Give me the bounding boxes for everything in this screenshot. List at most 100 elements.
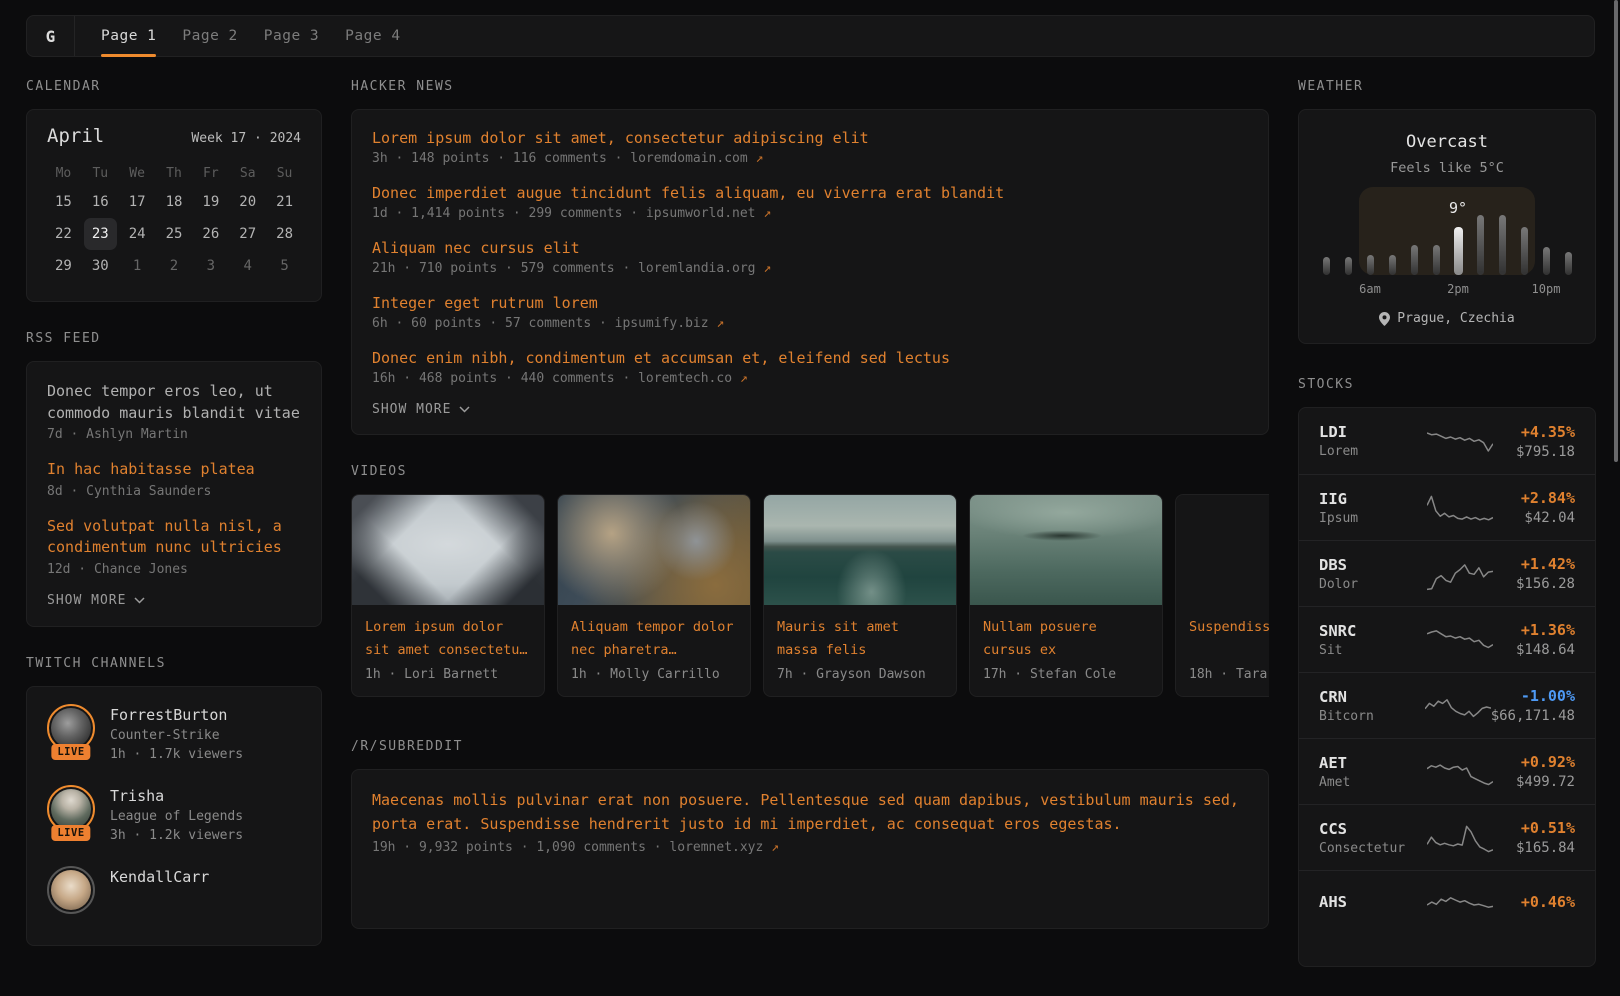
twitch-channel-game: Counter-Strike <box>110 728 243 743</box>
video-card-body: Suspendisse diam 18h · Tara <box>1176 605 1269 696</box>
stock-name: Ipsum <box>1319 511 1427 526</box>
calendar-widget: CALENDAR April Week 17 · 2024 MoTuWeThFr… <box>26 79 322 302</box>
calendar-card: April Week 17 · 2024 MoTuWeThFrSaSu15161… <box>26 109 322 302</box>
stock-price: $148.64 <box>1493 642 1575 658</box>
calendar-day: 21 <box>266 186 303 218</box>
rss-item-title[interactable]: Donec tempor eros leo, ut commodo mauris… <box>47 381 301 424</box>
external-link-icon: ↗ <box>771 840 779 855</box>
video-meta: 7h · Grayson Dawson <box>777 667 943 682</box>
stock-row[interactable]: AHS +0.46% <box>1299 870 1595 936</box>
video-thumbnail[interactable] <box>764 495 956 605</box>
video-thumbnail[interactable] <box>558 495 750 605</box>
stock-row[interactable]: CCS Consectetur +0.51% $165.84 <box>1299 804 1595 870</box>
stock-row[interactable]: CRN Bitcorn -1.00% $66,171.48 <box>1299 672 1595 738</box>
hackernews-item-title[interactable]: Integer eget rutrum lorem <box>372 294 1248 312</box>
twitch-channel-row[interactable]: KendallCarr <box>47 866 301 914</box>
hackernews-item-title[interactable]: Donec enim nibh, condimentum et accumsan… <box>372 349 1248 367</box>
calendar-day: 1 <box>119 250 156 282</box>
video-title[interactable]: Lorem ipsum dolor sit amet consectetu… <box>365 616 531 661</box>
twitch-channel-viewers: 1h · 1.7k viewers <box>110 747 243 762</box>
nav-tab[interactable]: Page 4 <box>345 16 400 56</box>
twitch-channel-row[interactable]: LIVE Trisha League of Legends 3h · 1.2k … <box>47 785 301 843</box>
video-title[interactable]: Suspendisse diam <box>1189 616 1269 661</box>
video-title[interactable]: Mauris sit amet massa felis <box>777 616 943 661</box>
stock-sparkline <box>1427 551 1493 597</box>
stock-change: -1.00% <box>1491 687 1575 705</box>
weather-daylight-band <box>1359 187 1535 275</box>
stock-row[interactable]: SNRC Sit +1.36% $148.64 <box>1299 606 1595 672</box>
twitch-channel-info: KendallCarr <box>110 866 209 914</box>
weather-bar <box>1565 252 1572 275</box>
rss-item: Donec tempor eros leo, ut commodo mauris… <box>47 381 301 442</box>
hackernews-item-title[interactable]: Aliquam nec cursus elit <box>372 239 1248 257</box>
video-meta: 1h · Molly Carrillo <box>571 667 737 682</box>
stock-price: $42.04 <box>1493 510 1575 526</box>
stock-name: Dolor <box>1319 577 1427 592</box>
stock-sparkline <box>1427 485 1493 531</box>
rss-item-title[interactable]: In hac habitasse platea <box>47 459 301 481</box>
nav-tab[interactable]: Page 3 <box>264 16 319 56</box>
calendar-widget-label: CALENDAR <box>26 79 322 95</box>
video-title[interactable]: Nullam posuere cursus ex <box>983 616 1149 661</box>
videos-widget-label: VIDEOS <box>351 464 1269 480</box>
avatar <box>47 866 95 914</box>
twitch-channel-info: ForrestBurton Counter-Strike 1h · 1.7k v… <box>110 704 243 762</box>
weather-card: Overcast Feels like 5°C 9° 6am2pm10pm Pr… <box>1298 109 1596 344</box>
stock-row[interactable]: DBS Dolor +1.42% $156.28 <box>1299 540 1595 606</box>
stock-row[interactable]: LDI Lorem +4.35% $795.18 <box>1299 408 1595 474</box>
calendar-day-header: Tu <box>82 160 119 186</box>
hackernews-item-meta: 1d · 1,414 points · 299 comments · ipsum… <box>372 206 1248 221</box>
rss-show-more-label: SHOW MORE <box>47 593 126 608</box>
app-logo[interactable]: G <box>27 16 75 56</box>
rss-show-more-button[interactable]: SHOW MORE <box>47 593 301 608</box>
video-thumbnail[interactable] <box>970 495 1162 605</box>
page-scrollbar[interactable] <box>1614 0 1618 462</box>
avatar-photo <box>51 789 91 829</box>
nav-tab[interactable]: Page 1 <box>101 16 156 56</box>
calendar-day: 5 <box>266 250 303 282</box>
calendar-day-header: Su <box>266 160 303 186</box>
rss-item-title[interactable]: Sed volutpat nulla nisl, a condimentum n… <box>47 516 301 559</box>
stock-row[interactable]: AET Amet +0.92% $499.72 <box>1299 738 1595 804</box>
stock-sparkline <box>1427 815 1493 861</box>
hackernews-item: Donec imperdiet augue tincidunt felis al… <box>372 184 1248 221</box>
video-thumbnail[interactable] <box>352 495 544 605</box>
video-card-body: Aliquam tempor dolor nec pharetra… 1h · … <box>558 605 750 696</box>
twitch-widget-label: TWITCH CHANNELS <box>26 656 322 672</box>
stock-price: $795.18 <box>1493 444 1575 460</box>
hackernews-widget-label: HACKER NEWS <box>351 79 1269 95</box>
twitch-channel-name: ForrestBurton <box>110 704 243 724</box>
center-column: HACKER NEWS Lorem ipsum dolor sit amet, … <box>351 79 1269 996</box>
nav-tab[interactable]: Page 2 <box>182 16 237 56</box>
stock-values: +0.92% $499.72 <box>1493 753 1575 790</box>
stock-id: DBS Dolor <box>1319 556 1427 592</box>
hackernews-show-more-button[interactable]: SHOW MORE <box>372 402 1248 417</box>
twitch-channel-row[interactable]: LIVE ForrestBurton Counter-Strike 1h · 1… <box>47 704 301 762</box>
twitch-channel-game: League of Legends <box>110 809 243 824</box>
video-meta: 1h · Lori Barnett <box>365 667 531 682</box>
videos-widget: VIDEOS Lorem ipsum dolor sit amet consec… <box>351 464 1269 697</box>
subreddit-post-title[interactable]: Maecenas mollis pulvinar erat non posuer… <box>372 789 1248 836</box>
stock-price: $499.72 <box>1493 774 1575 790</box>
stock-row[interactable]: IIG Ipsum +2.84% $42.04 <box>1299 474 1595 540</box>
weather-location-text: Prague, Czechia <box>1397 311 1514 326</box>
hackernews-item-title[interactable]: Lorem ipsum dolor sit amet, consectetur … <box>372 129 1248 147</box>
twitch-card: LIVE ForrestBurton Counter-Strike 1h · 1… <box>26 686 322 946</box>
external-link-icon: ↗ <box>756 151 764 166</box>
hackernews-item-title[interactable]: Donec imperdiet augue tincidunt felis al… <box>372 184 1248 202</box>
calendar-header: April Week 17 · 2024 <box>45 125 303 147</box>
twitch-channel-name: KendallCarr <box>110 866 209 886</box>
nav-tabs: Page 1 Page 2 Page 3 Page 4 <box>75 16 401 56</box>
stock-id: CCS Consectetur <box>1319 820 1427 856</box>
nav-tab-label: Page 3 <box>264 28 319 44</box>
chevron-down-icon <box>134 597 145 604</box>
video-card-body: Lorem ipsum dolor sit amet consectetu… 1… <box>352 605 544 696</box>
stock-ticker: DBS <box>1319 556 1427 574</box>
weather-hour-label: 6am <box>1359 282 1381 296</box>
right-column: WEATHER Overcast Feels like 5°C 9° 6am2p… <box>1298 79 1596 996</box>
video-thumbnail[interactable] <box>1176 495 1269 605</box>
stock-name: Bitcorn <box>1319 709 1425 724</box>
calendar-day: 30 <box>82 250 119 282</box>
dashboard-columns: CALENDAR April Week 17 · 2024 MoTuWeThFr… <box>26 79 1596 996</box>
video-title[interactable]: Aliquam tempor dolor nec pharetra… <box>571 616 737 661</box>
